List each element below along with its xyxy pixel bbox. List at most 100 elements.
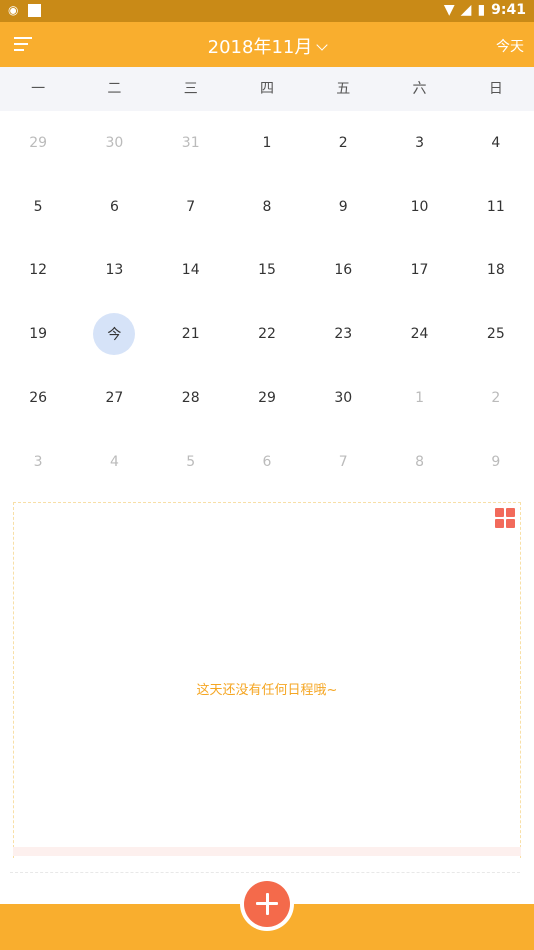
calendar-day-cell[interactable]: 29 bbox=[229, 366, 305, 430]
today-button[interactable]: 今天 bbox=[496, 36, 524, 56]
calendar-day-cell[interactable]: 2 bbox=[458, 366, 534, 430]
status-bar: ◉ ▼ ◢ ▮ 9:41 bbox=[0, 0, 534, 22]
calendar-day-number: 5 bbox=[186, 453, 196, 470]
calendar-day-cell[interactable]: 8 bbox=[381, 430, 457, 494]
calendar-day-cell[interactable]: 16 bbox=[305, 239, 381, 303]
calendar-day-cell[interactable]: 23 bbox=[305, 302, 381, 366]
weekday-label: 一 bbox=[31, 81, 46, 97]
grid-view-icon[interactable] bbox=[495, 508, 515, 528]
calendar-day-number: 4 bbox=[109, 453, 119, 470]
calendar-day-cell[interactable]: 22 bbox=[229, 302, 305, 366]
calendar-day-number: 18 bbox=[486, 262, 505, 279]
schedule-panel: 这天还没有任何日程哦~ bbox=[13, 502, 521, 858]
calendar-day-number: 2 bbox=[338, 134, 348, 151]
calendar-day-number: 1 bbox=[415, 390, 424, 407]
app-bar: 2018年11月 今天 bbox=[0, 22, 534, 67]
weekday-label: 日 bbox=[488, 81, 503, 97]
month-title: 2018年11月 bbox=[207, 37, 313, 58]
calendar-day-cell[interactable]: 5 bbox=[0, 175, 76, 239]
calendar-day-cell[interactable]: 10 bbox=[381, 175, 457, 239]
panel-divider bbox=[13, 847, 521, 856]
empty-schedule-text: 这天还没有任何日程哦~ bbox=[196, 683, 338, 698]
calendar-day-cell[interactable]: 6 bbox=[76, 175, 152, 239]
calendar-day-cell[interactable]: 7 bbox=[305, 430, 381, 494]
calendar-day-number: 8 bbox=[262, 198, 272, 215]
calendar-day-number: 30 bbox=[105, 134, 124, 151]
calendar-day-number: 4 bbox=[491, 134, 501, 151]
month-selector[interactable]: 2018年11月 bbox=[0, 33, 534, 59]
calendar-week-row: 5 6 7 8 9 10 11 bbox=[0, 175, 534, 239]
calendar-day-number: 17 bbox=[410, 262, 429, 279]
calendar-day-cell[interactable]: 26 bbox=[0, 366, 76, 430]
calendar-day-number: 8 bbox=[415, 453, 424, 470]
calendar-week-row: 26 27 28 29 30 1 2 bbox=[0, 366, 534, 430]
calendar-day-cell[interactable]: 19 bbox=[0, 302, 76, 366]
calendar-day-cell[interactable]: 30 bbox=[76, 111, 152, 175]
calendar-day-cell[interactable]: 21 bbox=[153, 302, 229, 366]
calendar-day-number: 29 bbox=[258, 390, 276, 407]
calendar-day-number: 23 bbox=[334, 326, 353, 343]
calendar-day-cell[interactable]: 31 bbox=[153, 111, 229, 175]
calendar-day-number: 14 bbox=[181, 262, 200, 279]
calendar-day-cell[interactable]: 1 bbox=[229, 111, 305, 175]
calendar-day-number: 29 bbox=[29, 134, 48, 151]
calendar-day-number: 19 bbox=[29, 326, 48, 343]
calendar-day-cell[interactable]: 1 bbox=[381, 366, 457, 430]
calendar-day-number: 28 bbox=[181, 390, 200, 407]
calendar-day-number: 3 bbox=[415, 134, 424, 151]
calendar-day-number: 6 bbox=[262, 453, 272, 470]
calendar-day-number: 6 bbox=[109, 198, 119, 215]
calendar-week-row: 3 4 5 6 7 8 9 bbox=[0, 430, 534, 494]
calendar-day-number: 9 bbox=[491, 453, 501, 470]
calendar-day-cell[interactable]: 24 bbox=[381, 302, 457, 366]
calendar-grid: 29 30 31 1 2 3 4 5 6 7 8 9 10 11 12 13 14 15 16 17 18 19 今 21 22… bbox=[0, 111, 534, 494]
calendar-day-cell[interactable]: 3 bbox=[0, 430, 76, 494]
weibo-icon: ◉ bbox=[8, 3, 19, 17]
calendar-day-cell[interactable]: 28 bbox=[153, 366, 229, 430]
calendar-day-cell[interactable]: 15 bbox=[229, 239, 305, 303]
calendar-day-number: 11 bbox=[486, 198, 505, 215]
calendar-day-number: 26 bbox=[29, 390, 48, 407]
calendar-day-cell[interactable]: 6 bbox=[229, 430, 305, 494]
calendar-day-number: 22 bbox=[258, 326, 276, 343]
calendar-day-number: 7 bbox=[338, 453, 348, 470]
calendar-day-number: 25 bbox=[486, 326, 505, 343]
signal-icon: ◢ bbox=[460, 2, 472, 18]
calendar-day-cell[interactable]: 4 bbox=[458, 111, 534, 175]
chevron-down-icon bbox=[316, 39, 329, 51]
calendar-day-cell[interactable]: 4 bbox=[76, 430, 152, 494]
calendar-day-cell[interactable]: 30 bbox=[305, 366, 381, 430]
calendar-day-number: 1 bbox=[262, 134, 272, 151]
calendar-day-cell[interactable]: 12 bbox=[0, 239, 76, 303]
calendar-day-cell[interactable]: 9 bbox=[458, 430, 534, 494]
calendar-day-cell[interactable]: 13 bbox=[76, 239, 152, 303]
status-right: ▼ ◢ ▮ 9:41 bbox=[444, 2, 526, 18]
battery-icon: ▮ bbox=[477, 2, 486, 18]
calendar-day-cell[interactable]: 今 bbox=[76, 302, 152, 366]
calendar-day-cell[interactable]: 2 bbox=[305, 111, 381, 175]
calendar-day-cell[interactable]: 11 bbox=[458, 175, 534, 239]
calendar-day-cell[interactable]: 8 bbox=[229, 175, 305, 239]
calendar-day-cell[interactable]: 29 bbox=[0, 111, 76, 175]
calendar-day-cell[interactable]: 7 bbox=[153, 175, 229, 239]
calendar-day-cell[interactable]: 25 bbox=[458, 302, 534, 366]
calendar-day-cell[interactable]: 3 bbox=[381, 111, 457, 175]
calendar-day-cell[interactable]: 17 bbox=[381, 239, 457, 303]
calendar-day-number: 12 bbox=[29, 262, 48, 279]
calendar-day-number: 3 bbox=[33, 453, 43, 470]
calendar-day-number: 27 bbox=[105, 390, 124, 407]
calendar-day-cell[interactable]: 14 bbox=[153, 239, 229, 303]
calendar-day-number: 9 bbox=[338, 198, 348, 215]
calendar-day-cell[interactable]: 27 bbox=[76, 366, 152, 430]
calendar-day-number: 15 bbox=[258, 262, 276, 279]
calendar-day-cell[interactable]: 5 bbox=[153, 430, 229, 494]
calendar-day-number: 21 bbox=[181, 326, 200, 343]
calendar-day-cell[interactable]: 9 bbox=[305, 175, 381, 239]
weekday-label: 四 bbox=[259, 81, 274, 97]
weekday-label: 二 bbox=[107, 81, 122, 97]
status-left: ◉ bbox=[8, 3, 42, 17]
notification-square-icon bbox=[28, 3, 42, 17]
add-schedule-button[interactable] bbox=[240, 877, 294, 931]
calendar-day-cell[interactable]: 18 bbox=[458, 239, 534, 303]
calendar-day-number: 30 bbox=[334, 390, 353, 407]
